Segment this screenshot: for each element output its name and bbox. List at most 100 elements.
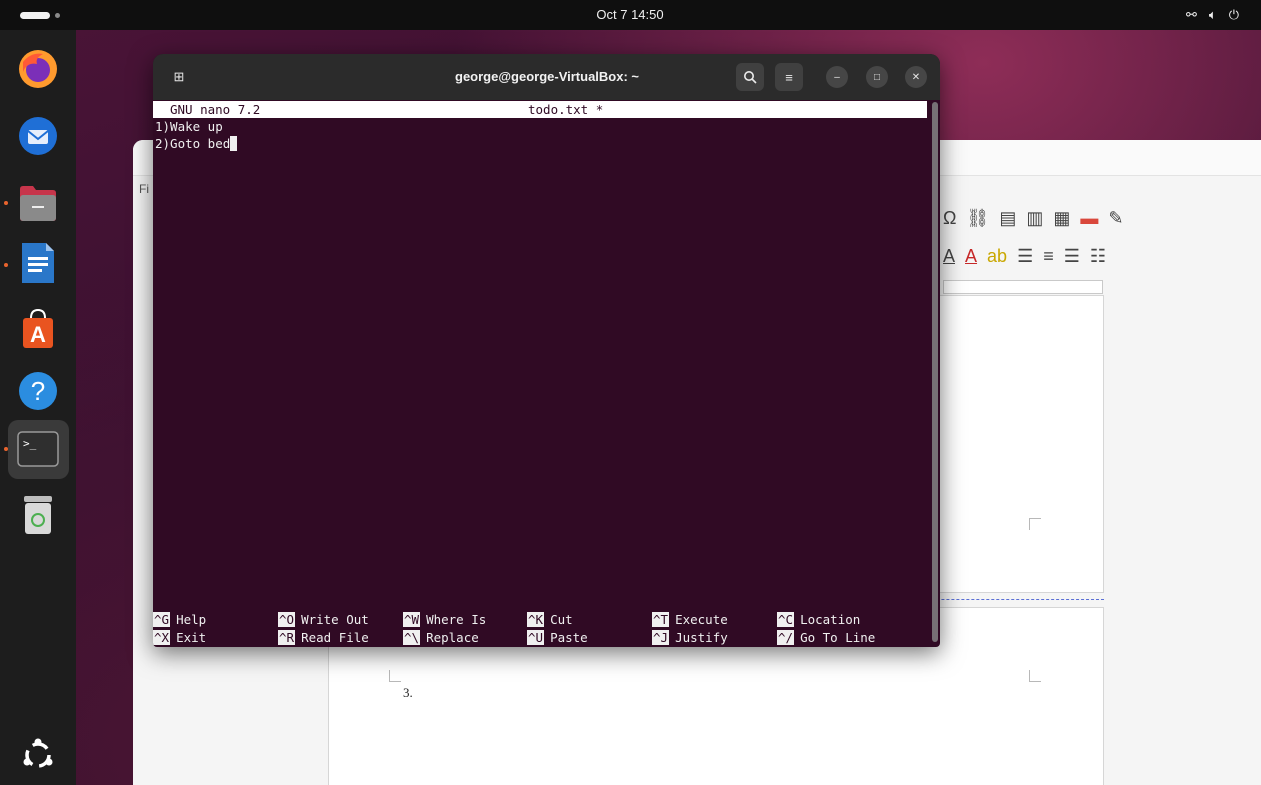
- minimize-button[interactable]: –: [826, 66, 848, 88]
- maximize-icon: □: [873, 71, 881, 83]
- highlight-icon[interactable]: ab: [987, 246, 1007, 267]
- shortcut-exit[interactable]: ^X Exit: [153, 629, 206, 647]
- close-button[interactable]: ✕: [905, 66, 927, 88]
- shortcut-justify[interactable]: ^J Justify: [652, 629, 728, 647]
- shortcut-label: Write Out: [301, 612, 369, 627]
- dock-help[interactable]: ?: [15, 368, 61, 414]
- shortcut-help[interactable]: ^G Help: [153, 611, 206, 629]
- terminal-headerbar[interactable]: ⊞ george@george-VirtualBox: ~ ≡ – □ ✕: [153, 54, 940, 100]
- nano-version: GNU nano 7.2: [170, 102, 261, 117]
- workspace-indicator-inactive[interactable]: [55, 13, 60, 18]
- running-indicator: [4, 263, 8, 267]
- shortcut-key: ^G: [153, 612, 171, 627]
- maximize-button[interactable]: □: [866, 66, 888, 88]
- dock-files[interactable]: [15, 180, 61, 226]
- shortcut-key: ^U: [527, 630, 545, 645]
- shortcut-label: Help: [176, 612, 207, 627]
- workspace-indicator[interactable]: [20, 12, 50, 19]
- track-changes-icon[interactable]: ✎: [1108, 208, 1123, 229]
- menu-button[interactable]: ≡: [775, 63, 803, 91]
- footnote-icon[interactable]: ▤: [999, 208, 1016, 229]
- bookmark-icon[interactable]: ▦: [1053, 208, 1070, 229]
- shortcut-label: Cut: [550, 612, 573, 627]
- dock-writer[interactable]: [15, 240, 61, 286]
- system-tray[interactable]: ⚯ 🔈︎ ⏻: [1186, 0, 1239, 30]
- terminal-scrollbar[interactable]: [932, 102, 938, 642]
- app-center-icon: A: [23, 308, 53, 348]
- shortcut-write-out[interactable]: ^O Write Out: [278, 611, 369, 629]
- writer-menu-fragment[interactable]: Fi: [139, 182, 149, 196]
- search-button[interactable]: [736, 63, 764, 91]
- shortcut-replace[interactable]: ^\ Replace: [403, 629, 479, 647]
- nano-filename: todo.txt *: [528, 102, 604, 117]
- nano-title-bar: GNU nano 7.2 todo.txt *: [153, 101, 927, 118]
- shortcut-key: ^K: [527, 612, 545, 627]
- dock-show-apps[interactable]: [15, 732, 61, 778]
- shortcut-label: Location: [800, 612, 861, 627]
- ubuntu-logo-icon: [23, 738, 53, 768]
- ruler[interactable]: [943, 280, 1103, 294]
- shortcut-go-to-line[interactable]: ^/ Go To Line: [777, 629, 875, 647]
- align-right-icon[interactable]: ☰: [1064, 246, 1080, 267]
- shortcut-key: ^\: [403, 630, 421, 645]
- header-footer-icon[interactable]: ▥: [1026, 208, 1043, 229]
- font-effect-icon[interactable]: A: [943, 246, 955, 267]
- svg-text:?: ?: [31, 376, 45, 406]
- thunderbird-icon: [19, 117, 57, 155]
- shortcut-label: Execute: [675, 612, 728, 627]
- page-corner-mark: [1029, 670, 1041, 682]
- terminal-content[interactable]: GNU nano 7.2 todo.txt * 1)Wake up 2)Goto…: [153, 100, 929, 647]
- running-indicator: [4, 201, 8, 205]
- terminal-window[interactable]: ⊞ george@george-VirtualBox: ~ ≡ – □ ✕ GN…: [153, 54, 940, 647]
- shortcut-location[interactable]: ^C Location: [777, 611, 860, 629]
- shortcut-label: Paste: [550, 630, 588, 645]
- shortcut-cut[interactable]: ^K Cut: [527, 611, 573, 629]
- shortcut-key: ^C: [777, 612, 795, 627]
- buffer-line[interactable]: 2)Goto bed: [155, 135, 238, 152]
- dock-trash[interactable]: [15, 492, 61, 538]
- shortcut-execute[interactable]: ^T Execute: [652, 611, 728, 629]
- new-tab-button[interactable]: ⊞: [165, 63, 193, 91]
- shortcut-key: ^T: [652, 612, 670, 627]
- shortcut-paste[interactable]: ^U Paste: [527, 629, 588, 647]
- dock-terminal[interactable]: >_: [15, 426, 61, 472]
- firefox-icon: [19, 50, 57, 88]
- shortcut-label: Replace: [426, 630, 479, 645]
- volume-icon: 🔈︎: [1208, 7, 1217, 22]
- align-left-icon[interactable]: ☰: [1017, 246, 1033, 267]
- dock-firefox[interactable]: [15, 46, 61, 92]
- terminal-icon: >_: [17, 431, 59, 467]
- files-icon: [20, 186, 56, 221]
- dock-thunderbird[interactable]: [15, 113, 61, 159]
- close-icon: ✕: [911, 71, 921, 83]
- clock[interactable]: Oct 7 14:50: [560, 0, 700, 30]
- font-color-icon[interactable]: A: [965, 246, 977, 267]
- page-corner-mark: [1029, 518, 1041, 530]
- page-corner-mark: [389, 670, 401, 682]
- help-icon: ?: [19, 372, 57, 410]
- shortcut-label: Read File: [301, 630, 369, 645]
- svg-text:>_: >_: [23, 437, 37, 450]
- shortcut-read-file[interactable]: ^R Read File: [278, 629, 369, 647]
- shortcut-label: Where Is: [426, 612, 487, 627]
- shortcut-label: Justify: [675, 630, 728, 645]
- link-icon[interactable]: ⛓: [966, 208, 989, 229]
- shortcut-key: ^R: [278, 630, 296, 645]
- running-indicator: [4, 447, 8, 451]
- shortcut-label: Exit: [176, 630, 207, 645]
- justify-icon[interactable]: ☷: [1090, 246, 1106, 267]
- power-icon: ⏻: [1228, 7, 1239, 22]
- network-icon: ⚯: [1185, 7, 1197, 22]
- dock: A ? >_: [0, 30, 76, 785]
- special-character-icon[interactable]: Ω: [943, 208, 956, 229]
- hamburger-menu-icon: ≡: [785, 69, 793, 85]
- writer-icon: [22, 243, 54, 283]
- comment-icon[interactable]: ▬: [1080, 208, 1098, 229]
- align-center-icon[interactable]: ≡: [1043, 246, 1054, 267]
- shortcut-where-is[interactable]: ^W Where Is: [403, 611, 486, 629]
- buffer-line[interactable]: 1)Wake up: [155, 118, 223, 135]
- top-bar: Oct 7 14:50 ⚯ 🔈︎ ⏻: [0, 0, 1261, 30]
- svg-text:A: A: [30, 322, 46, 347]
- buffer-line-text: 1)Wake up: [155, 119, 223, 134]
- dock-app-center[interactable]: A: [15, 306, 61, 352]
